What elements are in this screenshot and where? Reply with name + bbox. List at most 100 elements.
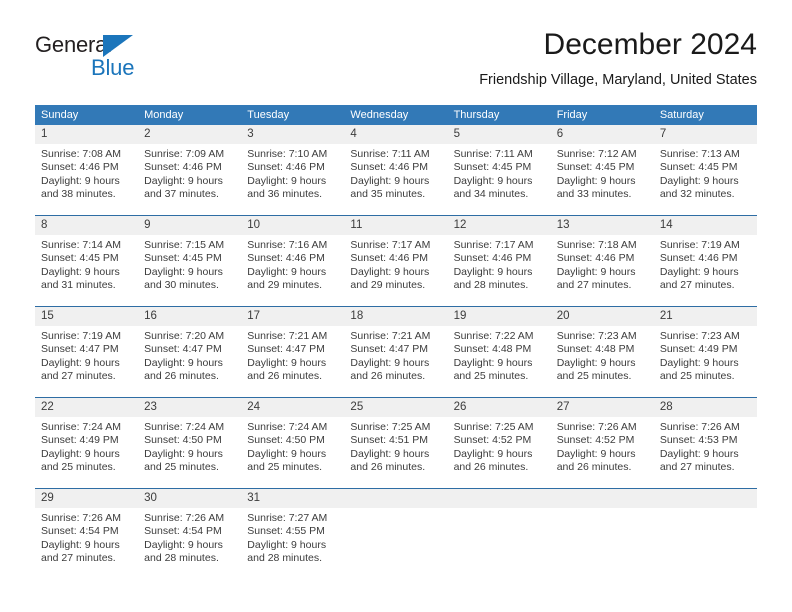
daylight-text-line2: and 31 minutes. (41, 279, 116, 292)
day-cell[interactable]: Sunrise: 7:21 AM Sunset: 4:47 PM Dayligh… (241, 326, 344, 397)
sunrise-text: Sunrise: 7:18 AM (556, 239, 637, 251)
day-cell[interactable]: Sunrise: 7:23 AM Sunset: 4:48 PM Dayligh… (551, 326, 654, 397)
day-number[interactable]: 28 (654, 398, 757, 417)
day-number[interactable]: 26 (448, 398, 551, 417)
day-number[interactable]: 15 (35, 307, 138, 326)
day-number[interactable]: 27 (551, 398, 654, 417)
day-number[interactable]: 4 (344, 125, 447, 144)
day-number[interactable]: 13 (551, 216, 654, 235)
daylight-text-line1: Daylight: 9 hours (556, 356, 636, 369)
daylight-text-line2: and 33 minutes. (556, 188, 632, 201)
day-cell[interactable]: Sunrise: 7:26 AM Sunset: 4:54 PM Dayligh… (138, 508, 241, 579)
day-number[interactable]: 9 (138, 216, 241, 235)
day-cell[interactable]: Sunrise: 7:25 AM Sunset: 4:52 PM Dayligh… (448, 417, 551, 488)
sunset-text: Sunset: 4:47 PM (41, 343, 119, 356)
day-number[interactable]: 6 (551, 125, 654, 144)
day-cell[interactable]: Sunrise: 7:11 AM Sunset: 4:45 PM Dayligh… (448, 144, 551, 215)
day-cell[interactable]: Sunrise: 7:20 AM Sunset: 4:47 PM Dayligh… (138, 326, 241, 397)
sunrise-text: Sunrise: 7:26 AM (144, 512, 225, 524)
day-cell[interactable]: Sunrise: 7:19 AM Sunset: 4:47 PM Dayligh… (35, 326, 138, 397)
day-cell[interactable]: Sunrise: 7:17 AM Sunset: 4:46 PM Dayligh… (448, 235, 551, 306)
daylight-text-line2: and 28 minutes. (453, 279, 529, 292)
day-cell[interactable]: Sunrise: 7:10 AM Sunset: 4:46 PM Dayligh… (241, 144, 344, 215)
weekday-header-thursday: Thursday (453, 109, 500, 121)
day-number[interactable]: 23 (138, 398, 241, 417)
day-number[interactable]: 24 (241, 398, 344, 417)
day-number[interactable]: 30 (138, 489, 241, 508)
day-cell[interactable]: Sunrise: 7:26 AM Sunset: 4:53 PM Dayligh… (654, 417, 757, 488)
daylight-text-line2: and 38 minutes. (41, 188, 116, 201)
day-cell[interactable]: Sunrise: 7:09 AM Sunset: 4:46 PM Dayligh… (138, 144, 241, 215)
day-cell[interactable]: Sunrise: 7:25 AM Sunset: 4:51 PM Dayligh… (344, 417, 447, 488)
weekday-header-wednesday: Wednesday (350, 109, 409, 121)
day-number[interactable]: 14 (654, 216, 757, 235)
sunset-text: Sunset: 4:47 PM (247, 343, 325, 356)
day-number[interactable]: 16 (138, 307, 241, 326)
day-number-empty (654, 489, 757, 508)
day-number[interactable]: 18 (344, 307, 447, 326)
daylight-text-line1: Daylight: 9 hours (41, 447, 120, 460)
day-cell[interactable]: Sunrise: 7:14 AM Sunset: 4:45 PM Dayligh… (35, 235, 138, 306)
day-number[interactable]: 2 (138, 125, 241, 144)
sunrise-text: Sunrise: 7:20 AM (144, 330, 225, 342)
day-cell[interactable]: Sunrise: 7:08 AM Sunset: 4:46 PM Dayligh… (35, 144, 138, 215)
day-cell[interactable]: Sunrise: 7:15 AM Sunset: 4:45 PM Dayligh… (138, 235, 241, 306)
daylight-text-line1: Daylight: 9 hours (659, 447, 739, 460)
calendar-week-row: 1 2 3 4 5 6 7 Sunrise: 7:08 AM Sunset: 4… (35, 125, 757, 215)
sunset-text: Sunset: 4:51 PM (350, 434, 429, 447)
sunrise-text: Sunrise: 7:27 AM (247, 512, 328, 524)
day-cell[interactable]: Sunrise: 7:26 AM Sunset: 4:54 PM Dayligh… (35, 508, 138, 579)
sunset-text: Sunset: 4:46 PM (41, 161, 119, 174)
day-number-row: 15 16 17 18 19 20 21 (35, 307, 757, 326)
daylight-text-line1: Daylight: 9 hours (659, 265, 739, 278)
day-cell[interactable]: Sunrise: 7:12 AM Sunset: 4:45 PM Dayligh… (551, 144, 654, 215)
calendar-page: General Blue December 2024 Friendship Vi… (0, 0, 792, 612)
day-number[interactable]: 11 (344, 216, 447, 235)
day-cell[interactable]: Sunrise: 7:19 AM Sunset: 4:46 PM Dayligh… (654, 235, 757, 306)
sunrise-text: Sunrise: 7:21 AM (350, 330, 431, 342)
daylight-text-line2: and 28 minutes. (247, 552, 322, 565)
daylight-text-line2: and 26 minutes. (453, 461, 529, 474)
daylight-text-line1: Daylight: 9 hours (247, 174, 327, 187)
day-number[interactable]: 7 (654, 125, 757, 144)
day-cell[interactable]: Sunrise: 7:18 AM Sunset: 4:46 PM Dayligh… (551, 235, 654, 306)
day-number[interactable]: 22 (35, 398, 138, 417)
day-cell[interactable]: Sunrise: 7:22 AM Sunset: 4:48 PM Dayligh… (448, 326, 551, 397)
sunset-text: Sunset: 4:45 PM (144, 252, 222, 265)
day-number[interactable]: 25 (344, 398, 447, 417)
day-cell[interactable]: Sunrise: 7:21 AM Sunset: 4:47 PM Dayligh… (344, 326, 447, 397)
day-cell-empty (551, 508, 654, 579)
day-cell[interactable]: Sunrise: 7:11 AM Sunset: 4:46 PM Dayligh… (344, 144, 447, 215)
day-number[interactable]: 17 (241, 307, 344, 326)
day-number[interactable]: 1 (35, 125, 138, 144)
daylight-text-line2: and 32 minutes. (659, 188, 735, 201)
sunset-text: Sunset: 4:47 PM (350, 343, 429, 356)
day-cell[interactable]: Sunrise: 7:27 AM Sunset: 4:55 PM Dayligh… (241, 508, 344, 579)
day-number[interactable]: 20 (551, 307, 654, 326)
day-number[interactable]: 19 (448, 307, 551, 326)
day-cell[interactable]: Sunrise: 7:24 AM Sunset: 4:49 PM Dayligh… (35, 417, 138, 488)
day-cell[interactable]: Sunrise: 7:16 AM Sunset: 4:46 PM Dayligh… (241, 235, 344, 306)
daylight-text-line1: Daylight: 9 hours (41, 356, 120, 369)
day-cell[interactable]: Sunrise: 7:26 AM Sunset: 4:52 PM Dayligh… (551, 417, 654, 488)
day-number[interactable]: 3 (241, 125, 344, 144)
day-number[interactable]: 10 (241, 216, 344, 235)
day-number[interactable]: 31 (241, 489, 344, 508)
day-number[interactable]: 21 (654, 307, 757, 326)
calendar-week-row: 22 23 24 25 26 27 28 Sunrise: 7:24 AM Su… (35, 397, 757, 488)
day-number-empty (344, 489, 447, 508)
day-number-empty (551, 489, 654, 508)
day-cell[interactable]: Sunrise: 7:24 AM Sunset: 4:50 PM Dayligh… (241, 417, 344, 488)
daylight-text-line1: Daylight: 9 hours (556, 174, 636, 187)
day-number[interactable]: 12 (448, 216, 551, 235)
day-cell[interactable]: Sunrise: 7:17 AM Sunset: 4:46 PM Dayligh… (344, 235, 447, 306)
daylight-text-line1: Daylight: 9 hours (556, 447, 636, 460)
day-cell[interactable]: Sunrise: 7:23 AM Sunset: 4:49 PM Dayligh… (654, 326, 757, 397)
location-subtitle: Friendship Village, Maryland, United Sta… (479, 72, 757, 88)
day-number[interactable]: 8 (35, 216, 138, 235)
day-cell[interactable]: Sunrise: 7:24 AM Sunset: 4:50 PM Dayligh… (138, 417, 241, 488)
sunrise-text: Sunrise: 7:22 AM (453, 330, 534, 342)
day-number[interactable]: 5 (448, 125, 551, 144)
day-number[interactable]: 29 (35, 489, 138, 508)
day-cell[interactable]: Sunrise: 7:13 AM Sunset: 4:45 PM Dayligh… (654, 144, 757, 215)
